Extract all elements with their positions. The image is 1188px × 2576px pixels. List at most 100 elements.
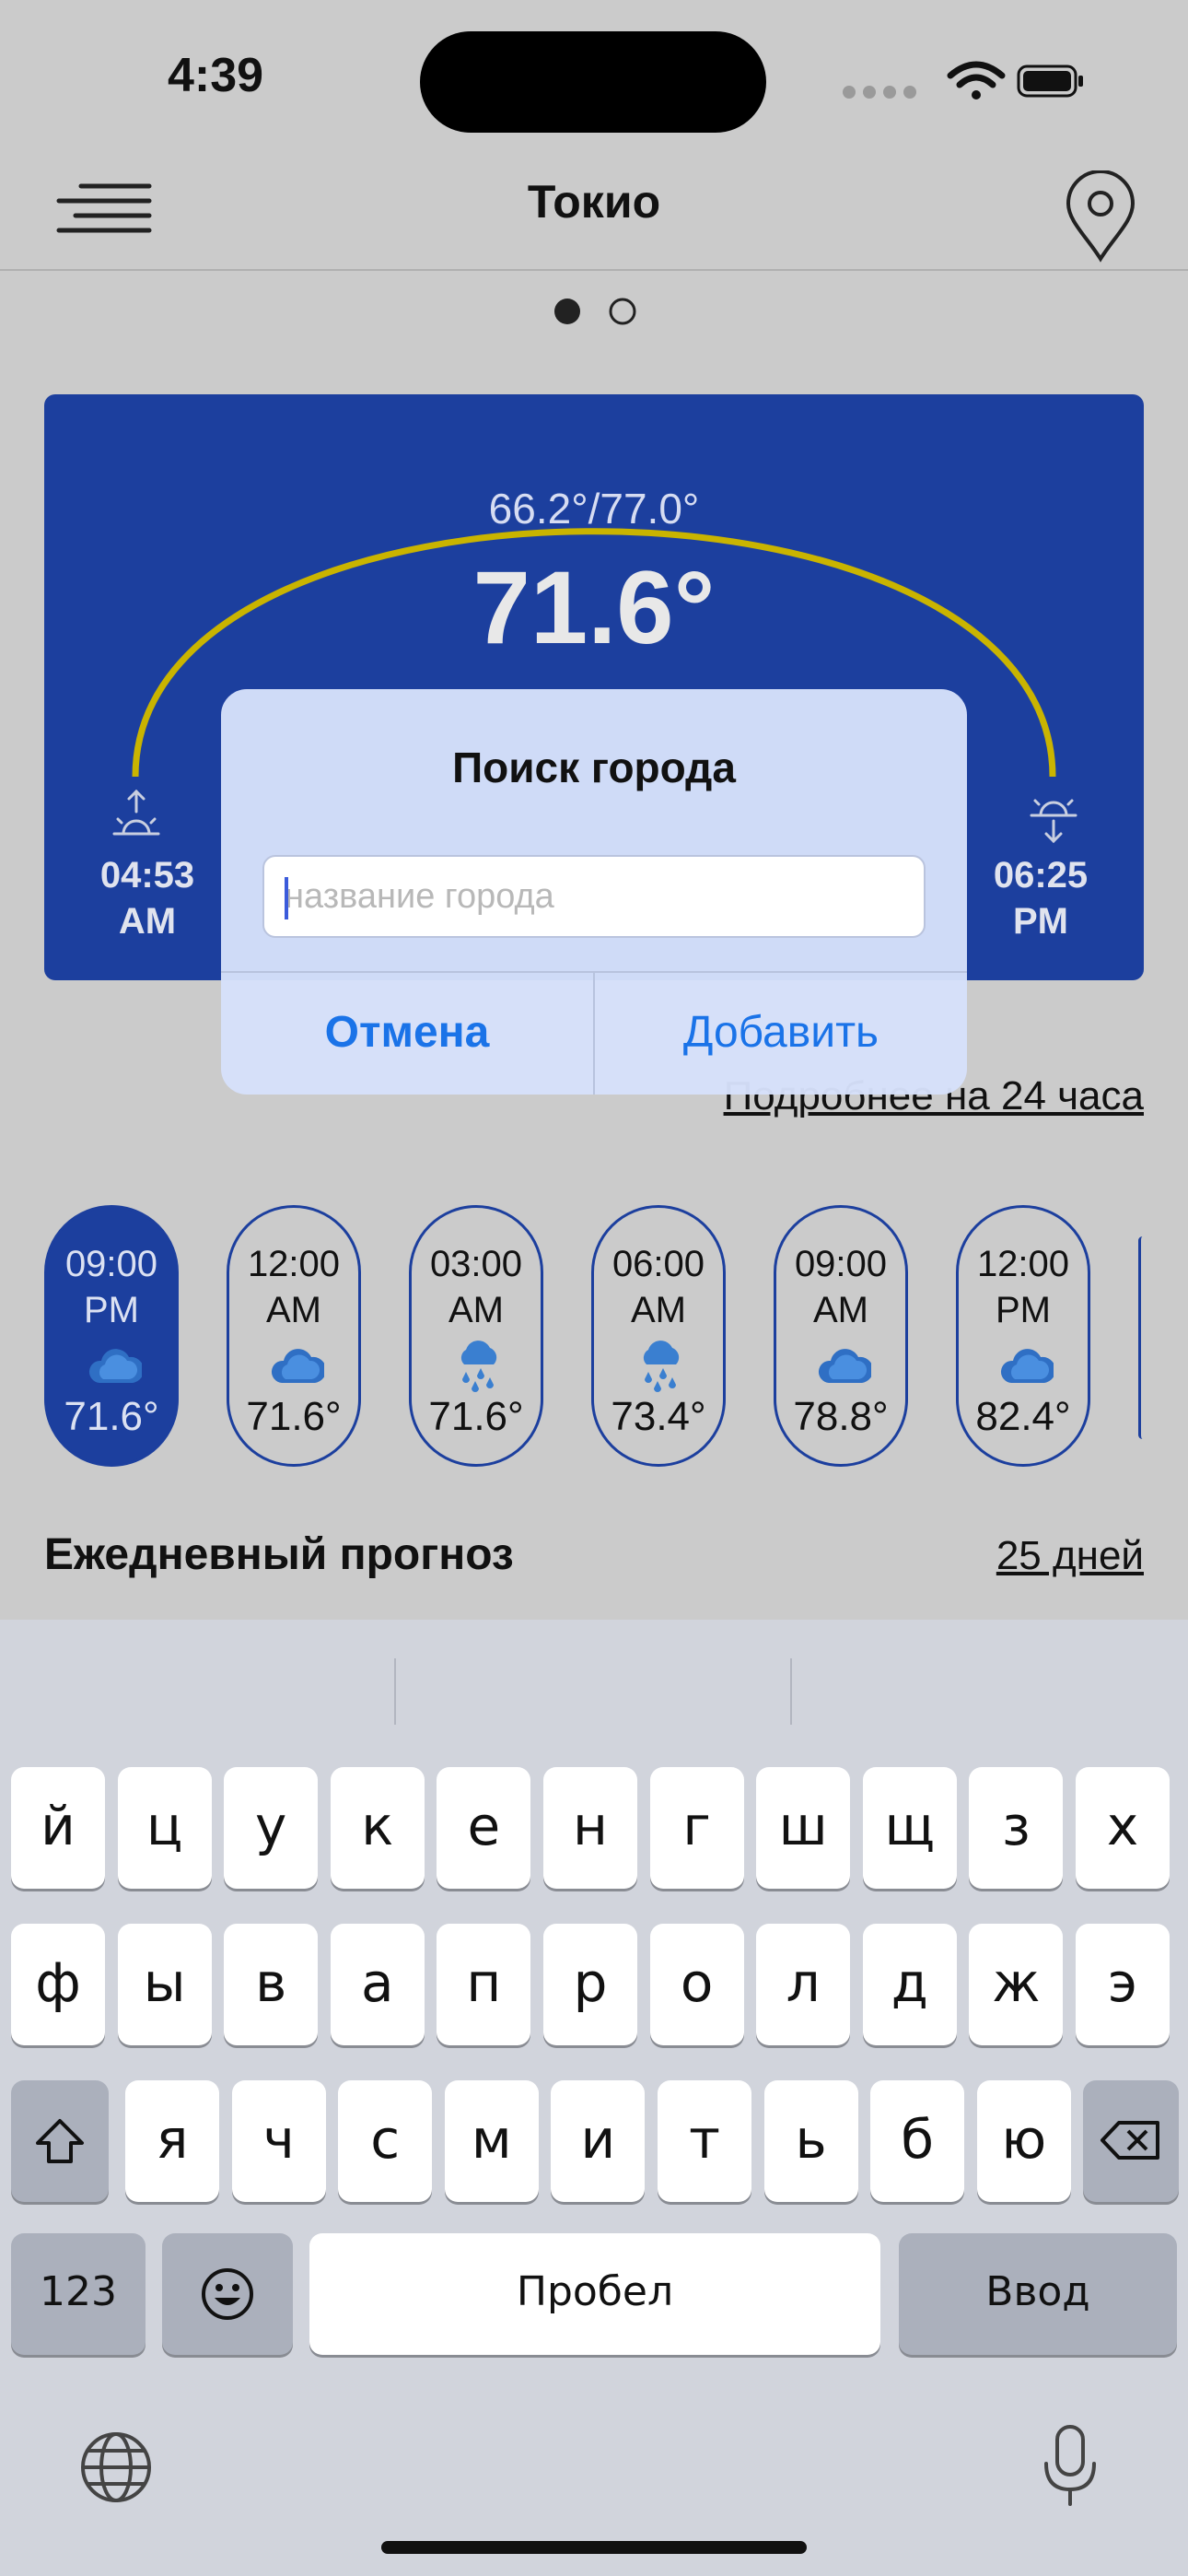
daily-forecast-title: Ежедневный прогноз [44, 1530, 514, 1579]
shift-key[interactable] [11, 2080, 109, 2202]
cloud-icon [819, 1349, 871, 1383]
hourly-temp: 71.6° [246, 1394, 342, 1439]
hourly-item[interactable]: 09:00 AM 78.8° [774, 1205, 908, 1467]
cloud-icon [89, 1349, 142, 1383]
key-letter[interactable]: ф [11, 1924, 105, 2045]
key-letter[interactable]: щ [862, 1767, 957, 1889]
home-indicator [381, 2541, 807, 2554]
hourly-temp: 78.8° [793, 1394, 889, 1439]
key-letter[interactable]: х [1076, 1767, 1170, 1889]
hourly-time: 06:00 AM [594, 1241, 723, 1333]
shift-icon [36, 2119, 84, 2163]
key-letter[interactable]: т [658, 2080, 751, 2202]
hourly-time: 12:00 AM [229, 1241, 358, 1333]
wifi-icon [947, 61, 1006, 100]
backspace-key[interactable] [1083, 2080, 1179, 2202]
return-key[interactable]: Ввод [899, 2233, 1177, 2355]
hourly-item[interactable]: 06:00 AM 73.4° [591, 1205, 726, 1467]
cloud-icon [272, 1349, 324, 1383]
key-letter[interactable]: и [551, 2080, 646, 2202]
key-letter[interactable]: р [543, 1924, 637, 2045]
screen: 4:39 Токио 66.2°/77.0° 71.6° 04:53 AM 06… [0, 0, 1188, 2576]
hourly-time: 09:00 PM [47, 1241, 176, 1333]
hourly-item[interactable]: 03:00 AM 71.6° [409, 1205, 543, 1467]
key-letter[interactable]: л [756, 1924, 851, 2045]
city-name-placeholder: название города [285, 877, 554, 916]
key-letter[interactable]: п [437, 1924, 531, 2045]
key-letter[interactable]: а [330, 1924, 425, 2045]
key-letter[interactable]: к [330, 1767, 425, 1889]
hourly-item[interactable]: 12:00 PM 82.4° [956, 1205, 1090, 1467]
current-temp: 71.6° [472, 550, 716, 665]
hourly-time-value: 09:00 [64, 1244, 158, 1284]
hourly-time-ampm: AM [266, 1290, 321, 1330]
key-letter[interactable]: г [649, 1767, 744, 1889]
key-letter[interactable]: й [11, 1767, 105, 1889]
suggestion-divider [790, 1658, 792, 1725]
key-letter[interactable]: в [224, 1924, 319, 2045]
cloud-icon [1001, 1349, 1054, 1383]
microphone-icon[interactable] [1039, 2423, 1101, 2510]
key-letter[interactable]: о [649, 1924, 744, 2045]
hourly-item[interactable]: 12:00 AM 71.6° [227, 1205, 361, 1467]
key-letter[interactable]: ю [976, 2080, 1071, 2202]
sunset-time-ampm: PM [1013, 901, 1068, 942]
sunrise-time-value: 04:53 [99, 855, 195, 896]
key-letter[interactable]: ь [763, 2080, 858, 2202]
daily-25-days-link[interactable]: 25 дней [996, 1533, 1144, 1579]
key-letter[interactable]: э [1076, 1924, 1170, 2045]
key-letter[interactable]: н [543, 1767, 637, 1889]
hourly-time-value: 12:00 [247, 1244, 341, 1284]
key-letter[interactable]: ц [117, 1767, 212, 1889]
location-pin-icon[interactable] [1059, 170, 1142, 263]
key-letter[interactable]: ш [756, 1767, 851, 1889]
hourly-time-ampm: PM [996, 1290, 1051, 1330]
key-letter[interactable]: я [125, 2080, 219, 2202]
hourly-time-value: 03:00 [429, 1244, 523, 1284]
key-letter[interactable]: у [224, 1767, 319, 1889]
numbers-key[interactable]: 123 [11, 2233, 146, 2355]
cancel-button[interactable]: Отмена [221, 971, 593, 1095]
emoji-icon [202, 2268, 253, 2320]
text-caret [285, 877, 288, 919]
city-name-input[interactable]: название города [262, 855, 926, 938]
hourly-temp: 82.4° [975, 1394, 1071, 1439]
sunrise-time: 04:53 AM [64, 852, 230, 944]
hourly-time: 09:00 AM [776, 1241, 905, 1333]
suggestion-divider [394, 1658, 396, 1725]
add-button[interactable]: Добавить [595, 971, 967, 1095]
hourly-temp: 73.4° [611, 1394, 706, 1439]
hourly-time-ampm: AM [631, 1290, 686, 1330]
page-indicator[interactable] [549, 295, 641, 328]
globe-icon[interactable] [77, 2429, 155, 2506]
dialog-title: Поиск города [452, 744, 736, 791]
key-letter[interactable]: м [444, 2080, 539, 2202]
hourly-time: 12:00 PM [959, 1241, 1088, 1333]
dynamic-island [420, 31, 766, 133]
key-letter[interactable]: ч [231, 2080, 326, 2202]
backspace-icon [1101, 2121, 1159, 2160]
key-letter[interactable]: б [870, 2080, 965, 2202]
key-letter[interactable]: ж [969, 1924, 1064, 2045]
hourly-time-value: 09:00 [794, 1244, 888, 1284]
hourly-temp: 71.6° [64, 1394, 159, 1439]
sunset-time: 06:25 PM [958, 852, 1124, 944]
key-letter[interactable]: е [437, 1767, 531, 1889]
hourly-time-ampm: PM [84, 1290, 139, 1330]
space-key[interactable]: Пробел [309, 2233, 880, 2355]
emoji-key[interactable] [162, 2233, 293, 2355]
key-letter[interactable]: з [969, 1767, 1064, 1889]
status-time: 4:39 [168, 49, 264, 102]
key-letter[interactable]: ы [117, 1924, 212, 2045]
hourly-time: 03:00 AM [412, 1241, 541, 1333]
hourly-item[interactable]: 09:00 PM 71.6° [44, 1205, 179, 1467]
hourly-item-partial[interactable] [1138, 1236, 1147, 1439]
sunrise-icon [112, 789, 160, 836]
hourly-temp: 71.6° [428, 1394, 524, 1439]
key-letter[interactable]: д [862, 1924, 957, 2045]
cellular-icon [843, 86, 916, 99]
rain-icon [643, 1341, 680, 1392]
status-icons [843, 61, 1083, 100]
header-divider [0, 269, 1188, 271]
key-letter[interactable]: с [338, 2080, 433, 2202]
